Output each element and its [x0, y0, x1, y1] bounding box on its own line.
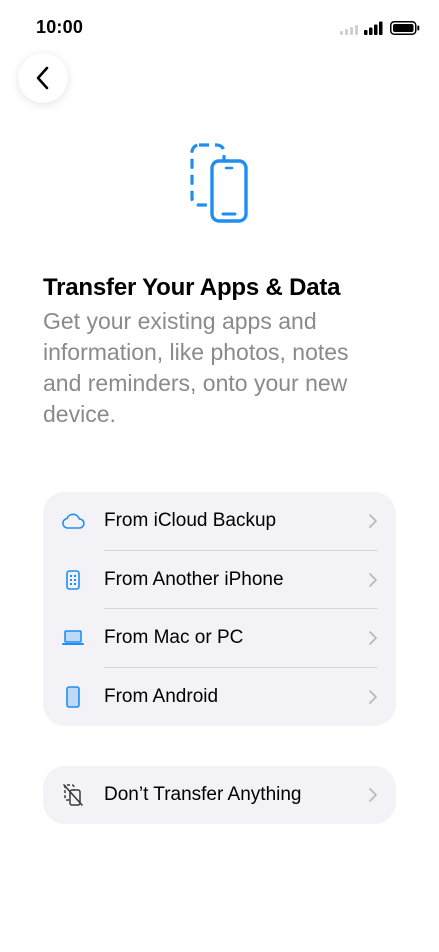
phone-transfer-icon	[190, 143, 248, 223]
option-label: From Another iPhone	[104, 568, 284, 590]
option-label: From iCloud Backup	[104, 510, 277, 532]
page-title: Transfer Your Apps & Data	[43, 274, 341, 301]
status-bar: 10:00	[0, 0, 439, 56]
dont-transfer-label: Don’t Transfer Anything	[104, 784, 302, 805]
chevron-right-icon	[369, 572, 377, 587]
option-android[interactable]: From Android	[43, 668, 396, 727]
chevron-right-icon	[369, 514, 377, 529]
laptop-icon	[61, 626, 85, 650]
option-mac-or-pc[interactable]: From Mac or PC	[43, 609, 396, 668]
battery-icon	[390, 21, 420, 35]
page-subtitle: Get your existing apps and information, …	[43, 308, 349, 427]
transfer-options-group: From iCloud Backup From Another iPhone F…	[43, 492, 396, 726]
chevron-right-icon	[369, 689, 377, 704]
icloud-icon	[61, 509, 85, 533]
chevron-right-icon	[369, 631, 377, 646]
chevron-right-icon	[369, 788, 377, 802]
option-icloud-backup[interactable]: From iCloud Backup	[43, 492, 396, 551]
android-phone-icon	[61, 685, 85, 709]
dont-transfer-button[interactable]: Don’t Transfer Anything	[43, 766, 396, 824]
option-another-iphone[interactable]: From Another iPhone	[43, 551, 396, 609]
option-label: From Android	[104, 685, 219, 707]
chevron-left-icon	[36, 66, 49, 90]
cellular-signal-icon	[340, 21, 383, 35]
status-time: 10:00	[36, 17, 84, 37]
iphone-icon	[61, 568, 85, 592]
option-label: From Mac or PC	[104, 627, 244, 649]
no-transfer-icon	[61, 783, 85, 807]
back-button[interactable]	[18, 53, 68, 103]
